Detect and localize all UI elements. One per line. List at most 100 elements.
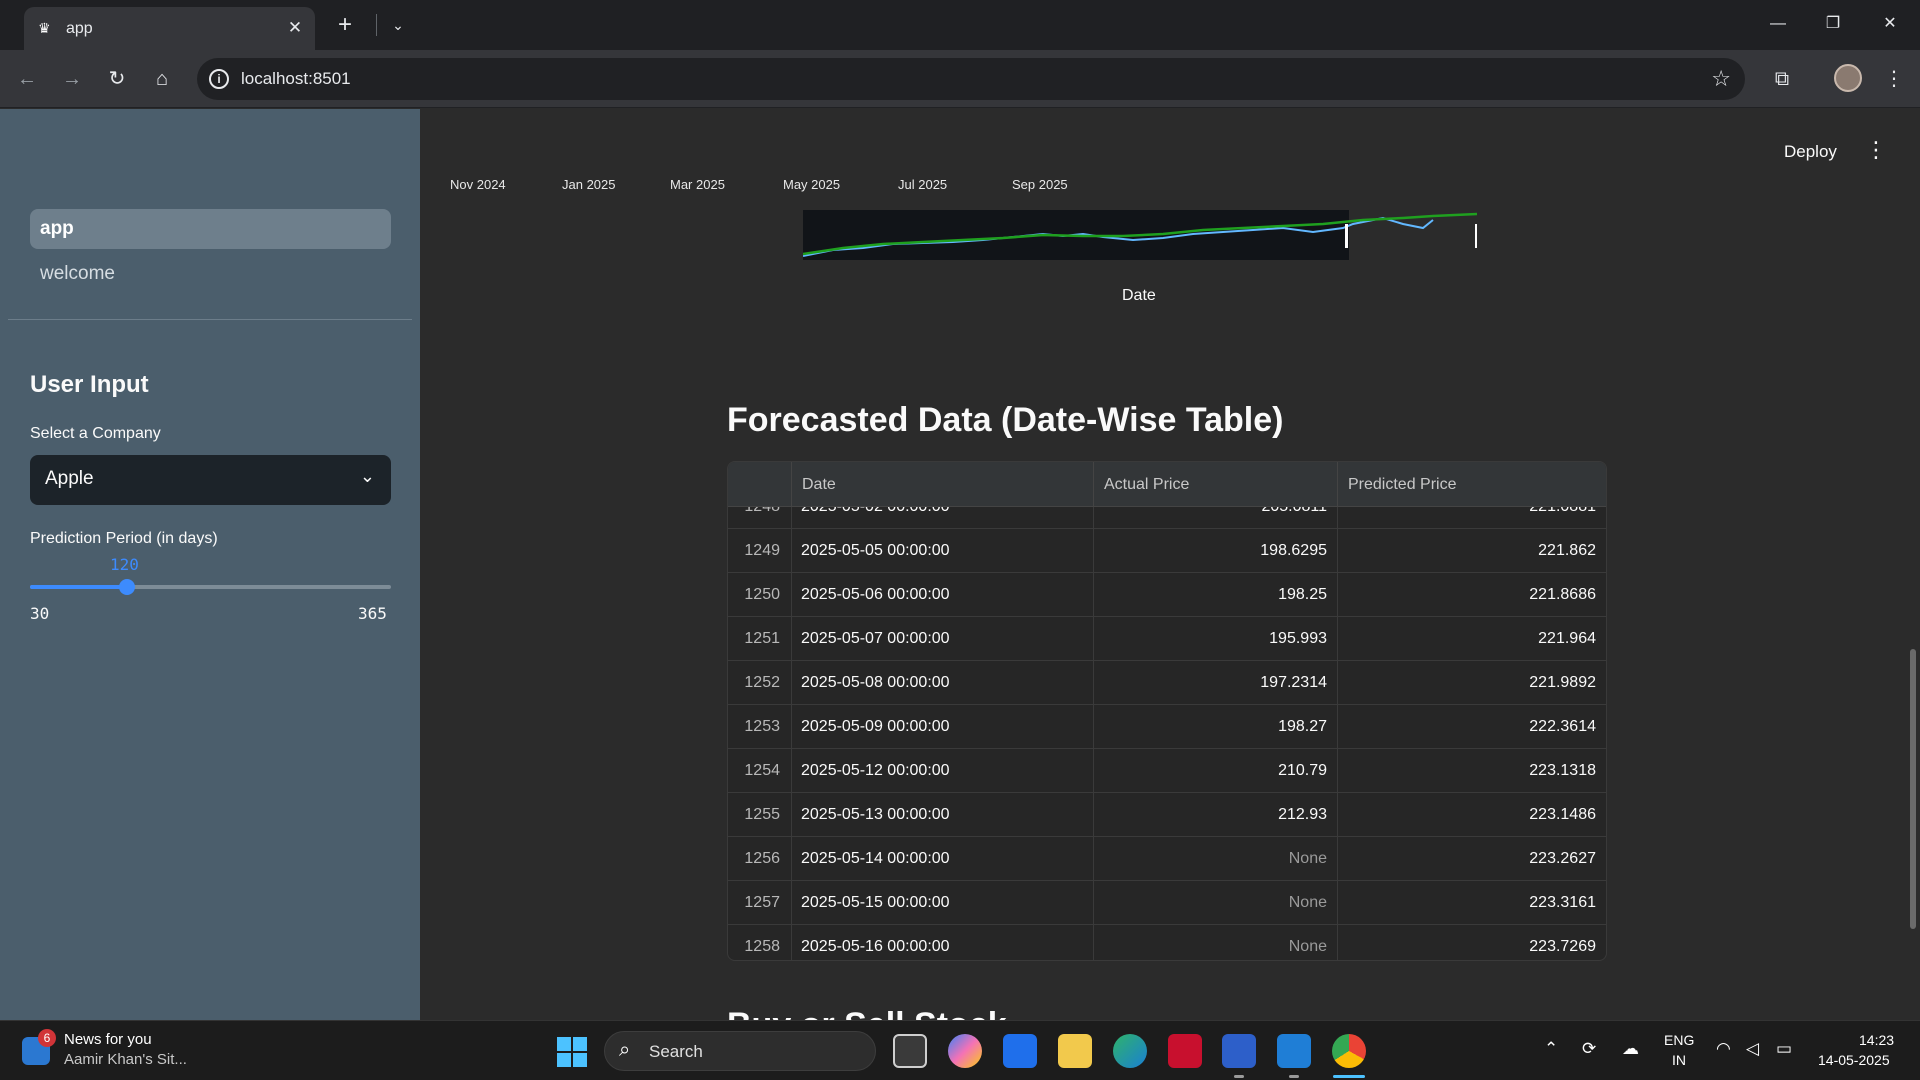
predicted-price-cell[interactable]: 221.9892 xyxy=(1338,661,1606,705)
range-slider-chart[interactable] xyxy=(803,210,1477,260)
sync-icon[interactable]: ⟳ xyxy=(1582,1039,1596,1059)
close-window-icon[interactable]: ✕ xyxy=(1870,8,1910,40)
column-header-predicted-price[interactable]: Predicted Price xyxy=(1338,462,1606,507)
browser-tab[interactable]: ♛ app ✕ xyxy=(24,7,315,50)
actual-price-cell[interactable]: 197.2314 xyxy=(1094,661,1338,705)
chrome-icon[interactable] xyxy=(1332,1034,1366,1068)
predicted-price-cell[interactable]: 221.8686 xyxy=(1338,573,1606,617)
tab-close-icon[interactable]: ✕ xyxy=(285,18,305,38)
windows-start-icon[interactable] xyxy=(557,1037,587,1067)
row-index-cell[interactable]: 1250 xyxy=(728,573,792,617)
table-row[interactable]: 1255 2025-05-13 00:00:00 212.93 223.1486 xyxy=(728,793,1606,837)
table-row[interactable]: 1250 2025-05-06 00:00:00 198.25 221.8686 xyxy=(728,573,1606,617)
predicted-price-cell[interactable]: 222.3614 xyxy=(1338,705,1606,749)
address-url[interactable]: localhost:8501 xyxy=(241,69,351,89)
date-cell[interactable]: 2025-05-15 00:00:00 xyxy=(792,881,1094,925)
browser-menu-icon[interactable]: ⋮ xyxy=(1878,63,1910,95)
clock-time[interactable]: 14:23 xyxy=(1859,1032,1894,1048)
bookmark-star-icon[interactable]: ☆ xyxy=(1711,66,1731,92)
table-row[interactable]: 1249 2025-05-05 00:00:00 198.6295 221.862 xyxy=(728,529,1606,573)
row-index-cell[interactable]: 1249 xyxy=(728,529,792,573)
actual-price-cell[interactable]: 210.79 xyxy=(1094,749,1338,793)
predicted-price-cell[interactable]: 223.2627 xyxy=(1338,837,1606,881)
row-index-cell[interactable]: 1257 xyxy=(728,881,792,925)
table-row[interactable]: 1252 2025-05-08 00:00:00 197.2314 221.9892 xyxy=(728,661,1606,705)
actual-price-cell[interactable]: None xyxy=(1094,837,1338,881)
actual-price-cell[interactable]: 198.25 xyxy=(1094,573,1338,617)
row-index-cell[interactable]: 1256 xyxy=(728,837,792,881)
table-row[interactable]: 1253 2025-05-09 00:00:00 198.27 222.3614 xyxy=(728,705,1606,749)
forward-arrow-icon[interactable]: → xyxy=(56,63,88,95)
table-row[interactable]: 1254 2025-05-12 00:00:00 210.79 223.1318 xyxy=(728,749,1606,793)
table-row[interactable]: 1251 2025-05-07 00:00:00 195.993 221.964 xyxy=(728,617,1606,661)
tab-search-chevron-icon[interactable]: ⌄ xyxy=(385,12,411,38)
minimize-icon[interactable]: — xyxy=(1758,8,1798,40)
column-header-actual-price[interactable]: Actual Price xyxy=(1094,462,1338,507)
task-view-icon[interactable] xyxy=(893,1034,927,1068)
language-indicator-line1[interactable]: ENG xyxy=(1664,1032,1694,1048)
date-cell[interactable]: 2025-05-16 00:00:00 xyxy=(792,925,1094,960)
predicted-price-cell[interactable]: 221.862 xyxy=(1338,529,1606,573)
volume-icon[interactable]: ◁ xyxy=(1746,1039,1759,1059)
back-arrow-icon[interactable]: ← xyxy=(11,63,43,95)
table-row[interactable]: 1256 2025-05-14 00:00:00 None 223.2627 xyxy=(728,837,1606,881)
row-index-cell[interactable]: 1248 xyxy=(728,507,792,529)
predicted-price-cell[interactable]: 223.7269 xyxy=(1338,925,1606,960)
language-indicator-line2[interactable]: IN xyxy=(1672,1052,1686,1068)
slider-thumb[interactable] xyxy=(118,579,135,595)
actual-price-cell[interactable]: None xyxy=(1094,925,1338,960)
date-cell[interactable]: 2025-05-14 00:00:00 xyxy=(792,837,1094,881)
clock-date[interactable]: 14-05-2025 xyxy=(1818,1052,1890,1068)
row-index-cell[interactable]: 1254 xyxy=(728,749,792,793)
date-cell[interactable]: 2025-05-02 00:00:00 xyxy=(792,507,1094,529)
extensions-puzzle-icon[interactable]: ⧉ xyxy=(1766,63,1798,95)
battery-icon[interactable]: ▭ xyxy=(1776,1039,1792,1059)
sidebar-item-app[interactable]: app xyxy=(30,209,391,249)
restore-icon[interactable]: ❐ xyxy=(1813,8,1853,40)
table-row[interactable]: 1257 2025-05-15 00:00:00 None 223.3161 xyxy=(728,881,1606,925)
column-header-index[interactable] xyxy=(728,462,792,507)
row-index-cell[interactable]: 1253 xyxy=(728,705,792,749)
actual-price-cell[interactable]: 198.27 xyxy=(1094,705,1338,749)
table-body[interactable]: 12482025-05-02 00:00:00205.0811221.08811… xyxy=(728,507,1606,960)
row-index-cell[interactable]: 1252 xyxy=(728,661,792,705)
new-tab-button[interactable]: + xyxy=(331,12,359,40)
show-hidden-icons-chevron-icon[interactable]: ⌃ xyxy=(1544,1039,1558,1059)
profile-avatar[interactable] xyxy=(1834,64,1862,92)
actual-price-cell[interactable]: None xyxy=(1094,881,1338,925)
microsoft-store-icon[interactable] xyxy=(1003,1034,1037,1068)
date-cell[interactable]: 2025-05-09 00:00:00 xyxy=(792,705,1094,749)
date-cell[interactable]: 2025-05-07 00:00:00 xyxy=(792,617,1094,661)
predicted-price-cell[interactable]: 223.1318 xyxy=(1338,749,1606,793)
address-bar[interactable]: i localhost:8501 ☆ xyxy=(197,58,1745,100)
main-menu-icon[interactable]: ⋮ xyxy=(1865,138,1887,162)
file-explorer-icon[interactable] xyxy=(1058,1034,1092,1068)
reload-icon[interactable]: ↻ xyxy=(101,63,133,95)
actual-price-cell[interactable]: 198.6295 xyxy=(1094,529,1338,573)
table-row[interactable]: 12482025-05-02 00:00:00205.0811221.0881 xyxy=(728,507,1606,529)
row-index-cell[interactable]: 1251 xyxy=(728,617,792,661)
date-cell[interactable]: 2025-05-05 00:00:00 xyxy=(792,529,1094,573)
date-cell[interactable]: 2025-05-06 00:00:00 xyxy=(792,573,1094,617)
table-row[interactable]: 1258 2025-05-16 00:00:00 None 223.7269 xyxy=(728,925,1606,960)
predicted-price-cell[interactable]: 221.0881 xyxy=(1338,507,1606,529)
predicted-price-cell[interactable]: 223.1486 xyxy=(1338,793,1606,837)
onedrive-error-icon[interactable]: ☁ xyxy=(1622,1039,1639,1059)
actual-price-cell[interactable]: 212.93 xyxy=(1094,793,1338,837)
wifi-icon[interactable]: ◠ xyxy=(1716,1039,1731,1059)
actual-price-cell[interactable]: 205.0811 xyxy=(1094,507,1338,529)
news-widget-subtitle[interactable]: Aamir Khan's Sit... xyxy=(64,1051,187,1068)
mcafee-icon[interactable] xyxy=(1168,1034,1202,1068)
home-icon[interactable]: ⌂ xyxy=(146,63,178,95)
deploy-button[interactable]: Deploy xyxy=(1784,142,1837,162)
row-index-cell[interactable]: 1255 xyxy=(728,793,792,837)
date-cell[interactable]: 2025-05-13 00:00:00 xyxy=(792,793,1094,837)
date-cell[interactable]: 2025-05-08 00:00:00 xyxy=(792,661,1094,705)
row-index-cell[interactable]: 1258 xyxy=(728,925,792,960)
company-select[interactable]: Apple ⌄ xyxy=(30,455,391,505)
edge-browser-icon[interactable] xyxy=(1113,1034,1147,1068)
date-cell[interactable]: 2025-05-12 00:00:00 xyxy=(792,749,1094,793)
news-widget-title[interactable]: News for you xyxy=(64,1031,152,1048)
vscode-icon[interactable] xyxy=(1277,1034,1311,1068)
sidebar-item-welcome[interactable]: welcome xyxy=(30,254,391,294)
